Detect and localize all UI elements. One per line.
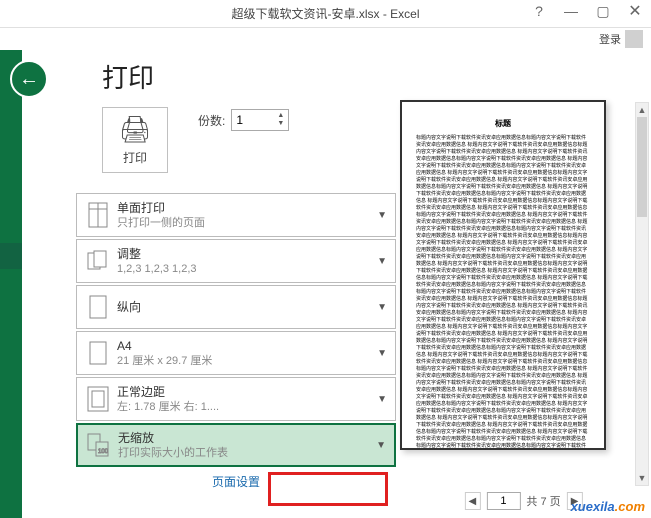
chevron-down-icon: ▼	[373, 256, 391, 267]
preview-heading: 标题	[416, 118, 590, 129]
scroll-down[interactable]: ▼	[636, 471, 648, 485]
no-scaling-icon: 100	[84, 428, 114, 462]
setting-collation[interactable]: 调整 1,2,3 1,2,3 1,2,3 ▼	[76, 239, 396, 283]
scroll-thumb[interactable]	[637, 117, 647, 217]
page-icon	[83, 336, 113, 370]
help-button[interactable]: ?	[523, 0, 555, 22]
minimize-button[interactable]: —	[555, 0, 587, 22]
page-total-label: 共 7 页	[526, 493, 560, 509]
setting-sub: 21 厘米 x 29.7 厘米	[117, 354, 373, 368]
copies-label: 份数:	[198, 112, 225, 129]
setting-sub: 1,2,3 1,2,3 1,2,3	[117, 262, 373, 276]
printer-icon: 🖨	[118, 114, 151, 145]
svg-text:100: 100	[98, 449, 109, 455]
setting-duplex[interactable]: 单面打印 只打印一侧的页面 ▼	[76, 193, 396, 237]
page-number-input[interactable]	[486, 492, 520, 510]
annotation-highlight	[268, 472, 388, 506]
back-button[interactable]: ←	[10, 60, 48, 98]
setting-margins[interactable]: 正常边距 左: 1.78 厘米 右: 1.... ▼	[76, 377, 396, 421]
backstage-sidebar: ←	[0, 50, 22, 518]
collate-icon	[83, 244, 113, 278]
setting-title: A4	[117, 338, 373, 354]
print-button-label: 打印	[123, 149, 147, 166]
setting-title: 调整	[117, 246, 373, 262]
chevron-down-icon: ▼	[373, 348, 391, 359]
setting-scaling[interactable]: 100 无缩放 打印实际大小的工作表 ▼	[76, 423, 396, 467]
watermark: xuexila.com	[571, 499, 645, 514]
chevron-down-icon: ▼	[373, 210, 391, 221]
maximize-button[interactable]: ▢	[587, 0, 619, 22]
sidebar-active-item	[0, 243, 22, 269]
setting-sub: 打印实际大小的工作表	[118, 446, 372, 460]
margins-icon	[83, 382, 113, 416]
copies-up[interactable]: ▲	[277, 112, 284, 120]
close-button[interactable]: ✕	[619, 0, 651, 22]
back-arrow-icon: ←	[19, 68, 39, 91]
vertical-scrollbar[interactable]: ▲ ▼	[635, 102, 649, 486]
setting-orientation[interactable]: 纵向 ▼	[76, 285, 396, 329]
copies-value: 1	[236, 113, 243, 127]
setting-paper-size[interactable]: A4 21 厘米 x 29.7 厘米 ▼	[76, 331, 396, 375]
chevron-down-icon: ▼	[373, 394, 391, 405]
copies-down[interactable]: ▼	[277, 120, 284, 128]
login-link[interactable]: 登录	[599, 31, 621, 47]
print-button[interactable]: 🖨 打印	[102, 107, 168, 173]
portrait-icon	[83, 290, 113, 324]
page-single-icon	[83, 198, 113, 232]
prev-page-button[interactable]: ◀	[464, 492, 480, 510]
chevron-down-icon: ▼	[372, 440, 390, 451]
setting-title: 无缩放	[118, 430, 372, 446]
setting-title: 单面打印	[117, 200, 373, 216]
page-title: 打印	[102, 58, 396, 95]
setting-sub: 只打印一侧的页面	[117, 216, 373, 230]
print-preview: 标题 标题内容文字说明下载软件资讯安卓应用数据信息标题内容文字说明下载软件资讯安…	[400, 100, 606, 450]
setting-sub: 左: 1.78 厘米 右: 1....	[117, 400, 373, 414]
copies-input[interactable]: 1 ▲ ▼	[231, 109, 289, 131]
scroll-up[interactable]: ▲	[636, 103, 648, 117]
avatar[interactable]	[625, 30, 643, 48]
setting-title: 纵向	[117, 299, 373, 315]
setting-title: 正常边距	[117, 384, 373, 400]
window-title: 超级下载软文资讯-安卓.xlsx - Excel	[231, 5, 419, 22]
chevron-down-icon: ▼	[373, 302, 391, 313]
preview-body: 标题内容文字说明下载软件资讯安卓应用数据信息标题内容文字说明下载软件资讯安卓应用…	[416, 135, 590, 450]
